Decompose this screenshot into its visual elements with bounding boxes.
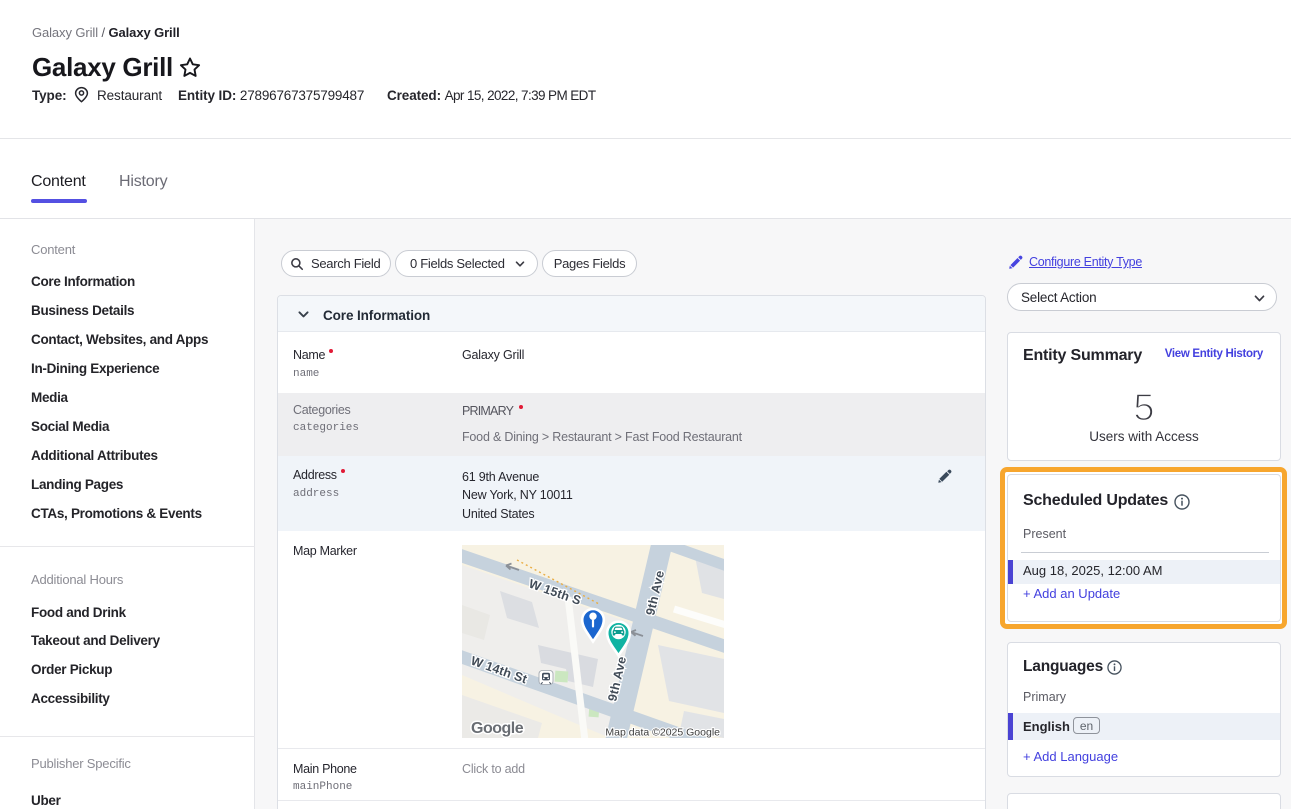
- svg-text:5: 5: [1133, 387, 1154, 428]
- svg-text:Map data ©2025 Google: Map data ©2025 Google: [605, 726, 720, 738]
- svg-text:Google: Google: [471, 720, 524, 737]
